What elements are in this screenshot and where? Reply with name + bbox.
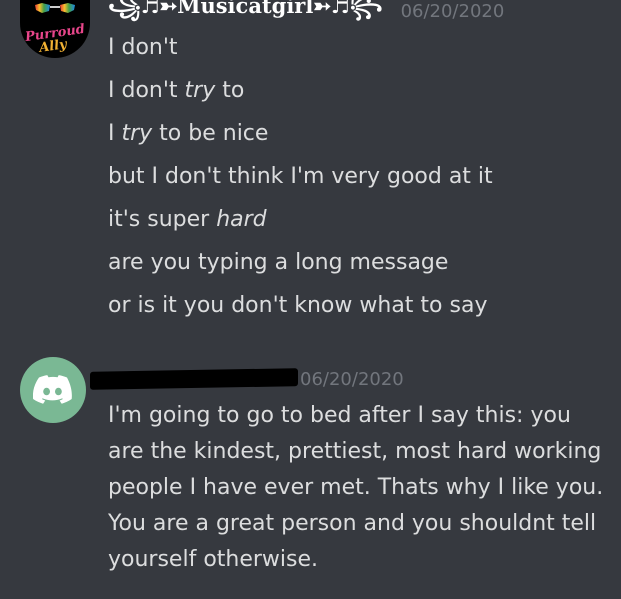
italic-text: try [184,78,216,103]
message-line: I don't [108,35,178,60]
timestamp: 06/20/2020 [400,0,505,22]
avatar[interactable]: Purroud Ally [20,0,90,58]
italic-text: hard [216,207,267,232]
italic-text: try [121,121,153,146]
username[interactable]: ꧁♬➳Musicatgirl➳♬꧂ [108,0,383,33]
message-line: but I don't think I'm very good at it [108,164,493,189]
avatar[interactable] [20,357,86,423]
timestamp: 06/20/2020 [300,368,404,390]
message-header: ꧁♬➳Musicatgirl➳♬꧂ 06/20/2020 [108,0,504,26]
message-text: I'm going to go to bed after I say this:… [108,403,604,572]
message-line: are you typing a long message [108,250,449,275]
discord-logo-icon [33,375,72,404]
chat-window: Purroud Ally ꧁♬➳Musicatgirl➳♬꧂ 06/20/202… [0,0,621,599]
message-header: 06/20/2020 [90,366,404,392]
message-line: it's super hard [108,207,267,232]
cat-sunglasses-icon [35,3,75,13]
message-line: I don't try to [108,78,245,103]
message-line: or is it you don't know what to say [108,293,488,318]
message-lines: I don't I don't try to I try to be nice but… [108,33,608,334]
message-line: I try to be nice [108,121,269,146]
redacted-username [90,368,298,390]
